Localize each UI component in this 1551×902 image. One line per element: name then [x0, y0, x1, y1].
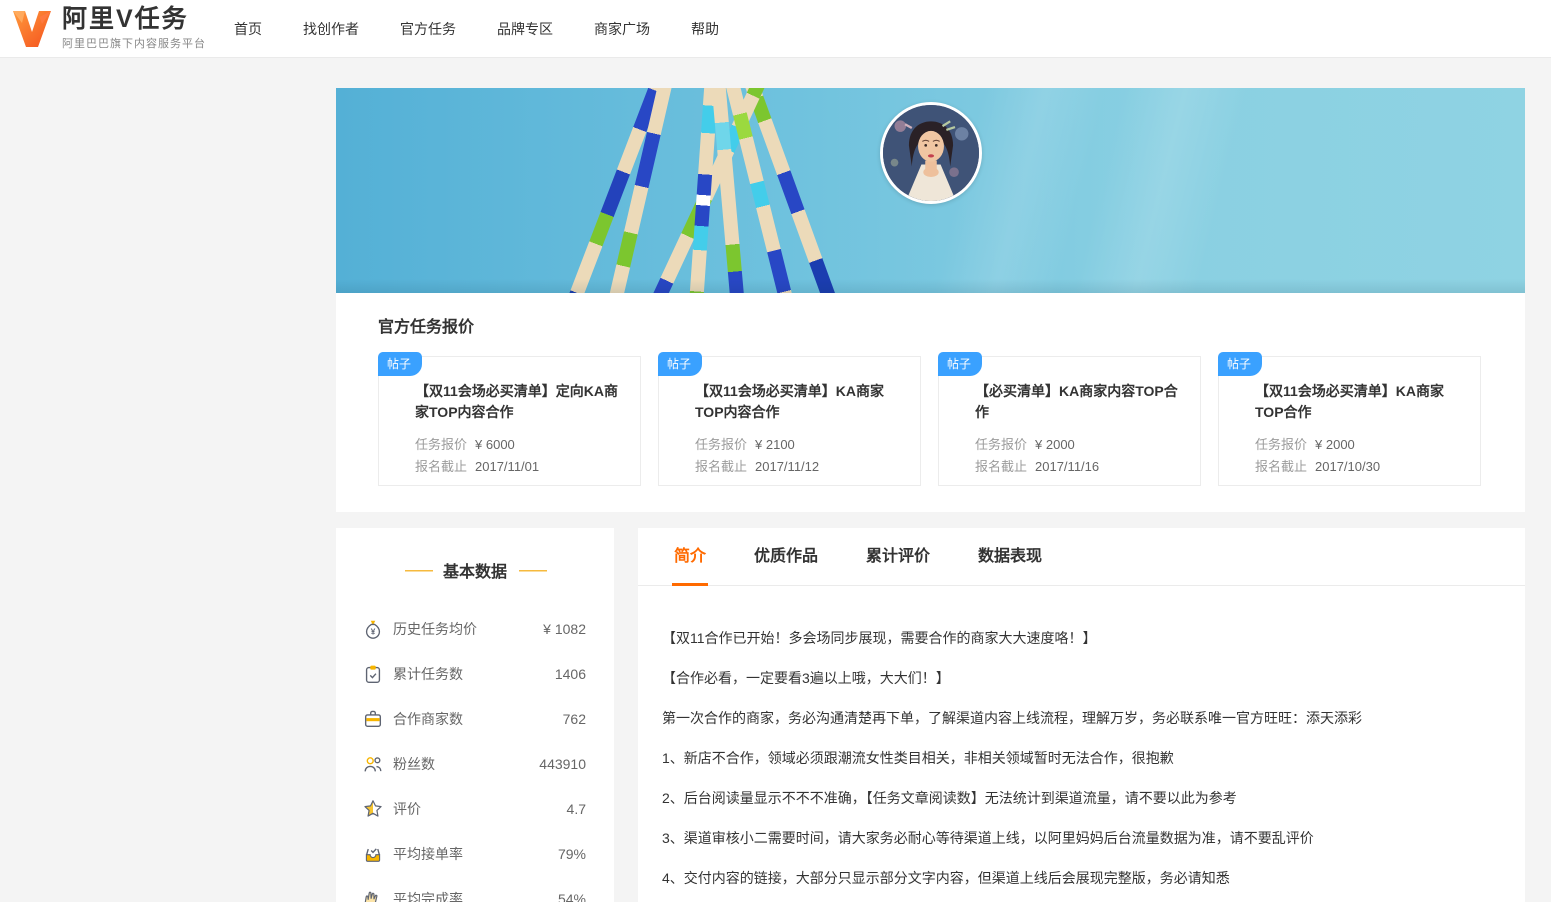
briefcase-icon [364, 710, 382, 727]
post-badge: 帖子 [658, 352, 703, 376]
stat-accept-rate: 平均接单率 79% [336, 831, 614, 876]
task-card[interactable]: 帖子 【必买清单】KA商家内容TOP合作 任务报价 ¥ 2000 报名截止 20… [938, 352, 1201, 486]
intro-paragraph: 第一次合作的商家，务必沟通清楚再下单，了解渠道内容上线流程，理解万岁，务必联系唯… [662, 710, 1362, 726]
task-card[interactable]: 帖子 【双11会场必买清单】定向KA商家TOP内容合作 任务报价 ¥ 6000 … [378, 352, 641, 486]
stat-value: ¥ 1082 [543, 620, 586, 637]
stat-label: 累计任务数 [393, 665, 463, 682]
money-bag-icon: ¥ [365, 620, 381, 639]
stat-value: 762 [562, 710, 586, 727]
deadline-label: 报名截止 [1255, 459, 1308, 474]
intro-paragraph: 【合作必看，一定要看3遍以上哦，大大们！】 [662, 670, 950, 686]
avatar[interactable] [879, 102, 982, 204]
deadline-label: 报名截止 [975, 459, 1028, 474]
intro-paragraph: 【双11合作已开始！多会场同步展现，需要合作的商家大大速度咯！】 [662, 630, 1097, 646]
post-badge: 帖子 [938, 352, 983, 376]
stat-rating: 评价 4.7 [336, 786, 614, 831]
official-tasks-section: 官方任务报价 帖子 【双11会场必买清单】定向KA商家TOP内容合作 任务报价 … [336, 293, 1525, 512]
stat-value: 54% [557, 890, 586, 902]
intro-paragraph: 2、后台阅读量显示不不不准确，【任务文章阅读数】无法统计到渠道流量，请不要以此为… [662, 790, 1237, 806]
profile-banner: 添添要向上V 潮女搭配师 443910 关注 [336, 88, 1525, 293]
top-header: 阿里V任务 阿里巴巴旗下内容服务平台 首页 找创作者 官方任务 品牌专区 商家广… [0, 0, 1551, 57]
task-deadline: 2017/11/01 [475, 459, 540, 474]
price-label: 任务报价 [415, 437, 468, 452]
post-badge: 帖子 [1218, 352, 1263, 376]
task-price: ¥ 2000 [1035, 437, 1075, 452]
stat-label: 粉丝数 [393, 755, 435, 772]
fans-icon [364, 756, 382, 771]
tab-intro[interactable]: 简介 [671, 528, 709, 586]
post-badge: 帖子 [378, 352, 423, 376]
task-cards: 帖子 【双11会场必买清单】定向KA商家TOP内容合作 任务报价 ¥ 6000 … [378, 352, 1483, 486]
logo-title: 阿里V任务 [62, 5, 189, 33]
task-price: ¥ 2100 [755, 437, 795, 452]
intro-text: 【双11合作已开始！多会场同步展现，需要合作的商家大大速度咯！】 【合作必看，一… [638, 586, 1525, 902]
stat-label: 合作商家数 [393, 710, 463, 727]
task-title: 【双11会场必买清单】KA商家TOP内容合作 [695, 383, 885, 420]
logo[interactable]: 阿里V任务 阿里巴巴旗下内容服务平台 [10, 6, 206, 51]
ali-v-logo-icon [13, 10, 51, 47]
avatar-portrait [882, 105, 979, 201]
stat-value: 1406 [554, 665, 586, 682]
completion-rate-icon [364, 891, 378, 902]
detail-tabbar: 简介 优质作品 累计评价 数据表现 [638, 528, 1525, 586]
main-nav: 首页 找创作者 官方任务 品牌专区 商家广场 帮助 [234, 19, 719, 39]
task-title: 【必买清单】KA商家内容TOP合作 [975, 383, 1178, 420]
task-deadline: 2017/11/12 [755, 459, 820, 474]
stat-value: 4.7 [566, 800, 586, 817]
price-label: 任务报价 [695, 437, 748, 452]
task-title: 【双11会场必买清单】KA商家TOP合作 [1255, 383, 1445, 420]
intro-paragraph: 4、交付内容的链接，大部分只显示部分文字内容，但渠道上线后会展现完整版，务必请知… [662, 870, 1230, 886]
stat-history-price: ¥ 历史任务均价 ¥ 1082 [336, 606, 614, 651]
stat-value: 443910 [539, 755, 586, 772]
logo-subtitle: 阿里巴巴旗下内容服务平台 [62, 38, 206, 50]
basic-data-heading: —— 基本数据 —— [336, 558, 614, 582]
stat-label: 平均完成率 [393, 890, 463, 902]
star-icon [364, 799, 382, 817]
stat-value: 79% [557, 845, 586, 862]
stat-label: 平均接单率 [393, 845, 463, 862]
price-label: 任务报价 [1255, 437, 1308, 452]
nav-official-tasks[interactable]: 官方任务 [400, 19, 456, 39]
stat-fans: 粉丝数 443910 [336, 741, 614, 786]
task-price: ¥ 6000 [475, 437, 515, 452]
basic-data-panel: —— 基本数据 —— ¥ 历史任务均价 ¥ 1082 累计任务数 1406 合作… [336, 528, 614, 902]
nav-brand-zone[interactable]: 品牌专区 [497, 19, 553, 39]
stat-partner-merchants: 合作商家数 762 [336, 696, 614, 741]
stat-label: 评价 [393, 800, 421, 817]
deadline-label: 报名截止 [415, 459, 468, 474]
profile-detail-panel: 简介 优质作品 累计评价 数据表现 【双11合作已开始！多会场同步展现，需要合作… [638, 528, 1525, 902]
svg-text:¥: ¥ [371, 627, 376, 636]
heading-dash: —— [404, 561, 433, 579]
deadline-label: 报名截止 [695, 459, 748, 474]
tab-data-performance[interactable]: 数据表现 [978, 528, 1042, 586]
accept-rate-icon [365, 847, 381, 862]
intro-paragraph: 1、新店不合作，领域必须跟潮流女性类目相关，非相关领域暂时无法合作，很抱歉 [662, 750, 1174, 766]
heading-dash: —— [519, 561, 547, 579]
nav-help[interactable]: 帮助 [691, 19, 719, 39]
tab-featured-works[interactable]: 优质作品 [754, 528, 818, 586]
task-clipboard-icon [365, 665, 381, 683]
nav-merchant-plaza[interactable]: 商家广场 [594, 19, 650, 39]
intro-paragraph: 3、渠道审核小二需要时间，请大家务必耐心等待渠道上线，以阿里妈妈后台流量数据为准… [662, 830, 1314, 846]
stat-total-tasks: 累计任务数 1406 [336, 651, 614, 696]
nav-find-creators[interactable]: 找创作者 [303, 19, 359, 39]
nav-home[interactable]: 首页 [234, 19, 262, 39]
task-card[interactable]: 帖子 【双11会场必买清单】KA商家TOP内容合作 任务报价 ¥ 2100 报名… [658, 352, 921, 486]
task-deadline: 2017/10/30 [1315, 459, 1381, 474]
task-title: 【双11会场必买清单】定向KA商家TOP内容合作 [415, 383, 619, 420]
stat-completion-rate: 平均完成率 54% [336, 876, 614, 902]
price-label: 任务报价 [975, 437, 1028, 452]
basic-data-title: 基本数据 [442, 564, 507, 581]
task-price: ¥ 2000 [1315, 437, 1355, 452]
stat-label: 历史任务均价 [393, 620, 477, 637]
task-card[interactable]: 帖子 【双11会场必买清单】KA商家TOP合作 任务报价 ¥ 2000 报名截止… [1218, 352, 1481, 486]
task-deadline: 2017/11/16 [1035, 459, 1100, 474]
section-title: 官方任务报价 [378, 319, 475, 336]
tab-cumulative-reviews[interactable]: 累计评价 [866, 528, 930, 586]
